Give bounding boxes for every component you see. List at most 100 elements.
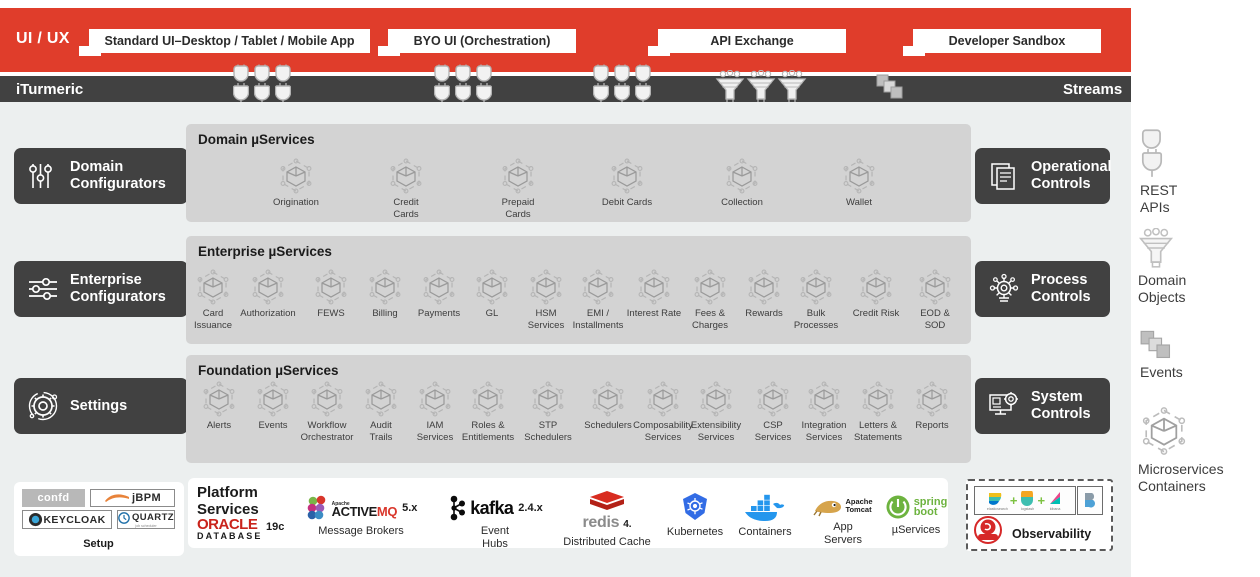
service-label: Card Issuance [193, 308, 233, 331]
keycloak-logo[interactable]: KEYCLOAK [22, 510, 112, 529]
service-authorization[interactable]: Authorization [233, 268, 303, 320]
plus-icon: + [1009, 493, 1018, 508]
quartz-logo[interactable]: QUARTZ job scheduler [117, 510, 175, 529]
rail-item-domain-configurators[interactable]: Domain Configurators [14, 148, 188, 204]
redis-logo: redis 4. [582, 490, 632, 532]
legend-domain-objects: Domain Objects [1138, 228, 1186, 306]
service-label: Schedulers [584, 420, 632, 431]
hex-cube-icon [754, 380, 792, 418]
beats-logo-frame [1077, 486, 1103, 515]
tomcat-name-text: Tomcat [845, 505, 872, 514]
streams-label: Streams [1063, 81, 1123, 98]
platform-item-containers[interactable]: Containers [725, 494, 805, 539]
docker-logo [745, 494, 785, 521]
hex-cube-icon [745, 268, 783, 306]
plug-socket-icon [275, 64, 291, 106]
service-eod-sod[interactable]: EOD & SOD [900, 268, 970, 331]
rail-label: Enterprise Configurators [70, 272, 166, 305]
hex-cube-icon [644, 380, 682, 418]
rail-item-process-controls[interactable]: Process Controls [975, 261, 1110, 317]
spring-boot-logo: spring boot [885, 494, 947, 520]
service-label: CSP Services [754, 420, 792, 443]
plug-socket-icon [455, 64, 471, 106]
hex-cube-icon [366, 268, 404, 306]
tab-developer-sandbox[interactable]: Developer Sandbox [913, 29, 1101, 53]
rail-item-enterprise-configurators[interactable]: Enterprise Configurators [14, 261, 188, 317]
service-label: EMI / Installments [572, 308, 624, 331]
service-wallet[interactable]: Wallet [822, 157, 896, 209]
oracle-database-text: DATABASE [197, 531, 263, 541]
keycloak-mark-icon [29, 512, 43, 527]
hex-cube-icon [913, 380, 951, 418]
service-label: IAM Services [416, 420, 454, 443]
hex-cube-icon [859, 380, 897, 418]
legend-label: Domain Objects [1138, 272, 1187, 305]
legend-rest-apis: REST APIs [1140, 128, 1177, 216]
service-origination[interactable]: Origination [259, 157, 333, 209]
rail-item-settings[interactable]: Settings [14, 378, 188, 434]
service-debit-cards[interactable]: Debit Cards [590, 157, 664, 209]
kibana-caption: kibana [1049, 506, 1061, 511]
hex-cube-icon [499, 157, 537, 195]
process-network-icon [983, 273, 1025, 305]
activemq-mark-icon [307, 495, 325, 520]
hex-cube-icon [857, 268, 895, 306]
plug-socket-icon [233, 64, 249, 106]
gear-orbit-icon [22, 389, 64, 423]
hex-cube-icon [194, 268, 232, 306]
logstash-logo [1021, 490, 1034, 506]
activemq-mq-text: MQ [376, 504, 398, 519]
events-squares-icon [1140, 330, 1183, 360]
confd-logo[interactable]: confd [22, 489, 85, 507]
tomcat-logo: Apache Tomcat [813, 495, 873, 517]
platform-item-event-hubs[interactable]: kafka 2.4.x Event Hubs [440, 495, 550, 551]
platform-item-distributed-cache[interactable]: redis 4. Distributed Cache [552, 490, 662, 549]
service-label: FEWS [317, 308, 345, 319]
uiux-label: UI / UX [16, 30, 70, 47]
tab-api-exchange[interactable]: API Exchange [658, 29, 846, 53]
service-label: STP Schedulers [524, 420, 572, 443]
kubernetes-logo [683, 493, 707, 520]
platform-item-microservices[interactable]: spring boot µServices [874, 494, 958, 537]
service-prepaid-cards[interactable]: Prepaid Cards [481, 157, 555, 220]
oracle-version: 19c [266, 521, 285, 533]
hex-cube-icon [608, 157, 646, 195]
platform-item-caption: Message Brokers [318, 525, 404, 537]
redis-version: 4. [623, 519, 632, 530]
service-label: Debit Cards [601, 197, 653, 208]
hex-cube-icon [469, 380, 507, 418]
tab-byo-ui[interactable]: BYO UI (Orchestration) [388, 29, 576, 53]
activemq-active-text: ACTIVE [331, 504, 378, 519]
kibana-logo [1050, 491, 1061, 504]
platform-item-caption: µServices [891, 524, 941, 536]
service-collection[interactable]: Collection [705, 157, 779, 209]
platform-item-message-brokers[interactable]: Apache ACTIVEMQ 5.x Message Brokers [306, 495, 418, 538]
rail-label: Settings [70, 397, 128, 414]
tab-standard-ui[interactable]: Standard UI–Desktop / Tablet / Mobile Ap… [89, 29, 370, 53]
activemq-version: 5.x [402, 502, 418, 514]
plug-socket-icon [1140, 128, 1177, 178]
jbpm-logo[interactable]: jBPM [90, 489, 175, 507]
service-label: Origination [273, 197, 319, 208]
service-label: HSM Services [527, 308, 565, 331]
service-label: Collection [721, 197, 763, 208]
platform-item-caption: Kubernetes [666, 526, 724, 538]
observability-label: Observability [1012, 527, 1092, 541]
plug-socket-icon [635, 64, 651, 106]
service-label: Wallet [845, 197, 873, 208]
hex-cube-icon [387, 157, 425, 195]
funnel-icon [746, 70, 776, 104]
service-reports[interactable]: Reports [897, 380, 967, 432]
tomcat-mark-icon [813, 500, 842, 517]
rail-item-operational-controls[interactable]: Operational Controls [975, 148, 1112, 204]
events-squares-icon [876, 74, 906, 100]
platform-item-kubernetes[interactable]: Kubernetes [655, 492, 735, 539]
hex-cube-icon [797, 268, 835, 306]
logstash-caption: logstash [1020, 506, 1035, 511]
service-credit-cards[interactable]: Credit Cards [369, 157, 443, 220]
quartz-mark-icon [118, 511, 130, 524]
architecture-diagram: UI / UX Standard UI–Desktop / Tablet / M… [0, 0, 1260, 577]
rail-label: Domain Configurators [70, 159, 166, 192]
kafka-logo: kafka 2.4.x [447, 495, 543, 521]
rail-item-system-controls[interactable]: System Controls [975, 378, 1110, 434]
